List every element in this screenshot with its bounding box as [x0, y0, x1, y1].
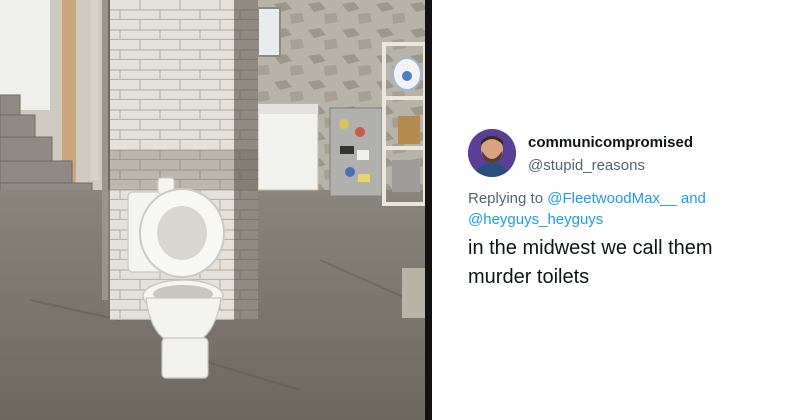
mention-link-heyguys[interactable]: @heyguys_heyguys — [468, 211, 603, 228]
tweet-text: in the midwest we call them murder toile… — [468, 234, 788, 292]
user-handle[interactable]: @stupid_reasons — [528, 157, 645, 174]
tweet-card: communicompromised @stupid_reasons Reply… — [432, 0, 800, 420]
basement-scene — [0, 0, 425, 420]
replying-to: Replying to @FleetwoodMax__ and @heyguys… — [468, 188, 788, 230]
user-avatar-icon — [468, 129, 516, 177]
panel-divider — [425, 0, 432, 420]
display-name[interactable]: communicompromised — [528, 134, 693, 151]
replying-to-label: Replying to — [468, 190, 548, 207]
tweet-text-line-1: in the midwest we call them — [468, 237, 713, 259]
avatar[interactable] — [468, 129, 516, 177]
tweet-text-line-2: murder toilets — [468, 266, 590, 288]
mention-link-fleetwoodmax[interactable]: @FleetwoodMax__ — [547, 190, 676, 207]
mention-joiner: and — [676, 190, 706, 207]
basement-photo — [0, 0, 425, 420]
